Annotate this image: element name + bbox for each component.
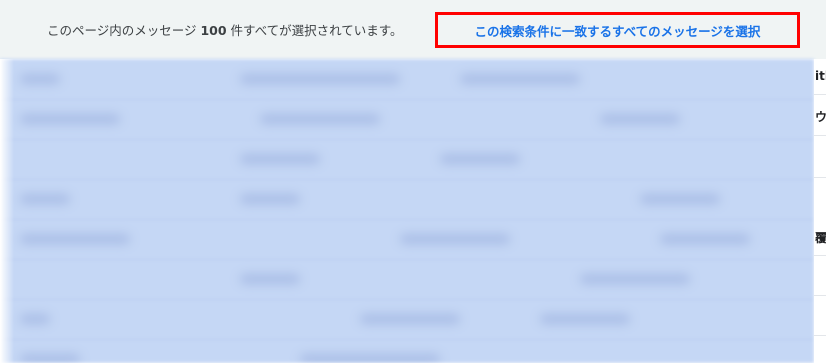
selection-banner: このページ内のメッセージ 100 件すべてが選択されています。 この検索条件に一… [0, 0, 826, 59]
selection-message-prefix: このページ内のメッセージ [47, 23, 201, 38]
divider [814, 295, 826, 296]
selection-message: このページ内のメッセージ 100 件すべてが選択されています。 [47, 20, 403, 39]
table-row[interactable] [0, 179, 814, 220]
divider [814, 94, 826, 95]
table-row[interactable] [0, 139, 814, 180]
selected-message-rows-blurred [0, 59, 814, 363]
list-edge-fade [0, 59, 14, 363]
message-list: itl ウ 覆 [0, 59, 826, 363]
side-fragment-text: itl [815, 69, 826, 83]
side-fragment-text: ウ [815, 110, 826, 124]
table-row[interactable] [0, 339, 814, 363]
divider [814, 255, 826, 256]
selection-count: 100 [200, 23, 227, 38]
selection-message-suffix: 件すべてが選択されています。 [226, 23, 403, 38]
table-row[interactable] [0, 299, 814, 340]
table-row[interactable] [0, 59, 814, 100]
table-row[interactable] [0, 219, 814, 260]
select-all-matching-link[interactable]: この検索条件に一致するすべてのメッセージを選択 [435, 12, 800, 48]
table-row[interactable] [0, 259, 814, 300]
side-fragment-text: 覆 [815, 231, 826, 245]
divider [814, 135, 826, 136]
table-row[interactable] [0, 99, 814, 140]
divider [814, 335, 826, 336]
divider [814, 177, 826, 178]
adjacent-panel-sliver: itl ウ 覆 [814, 59, 826, 363]
